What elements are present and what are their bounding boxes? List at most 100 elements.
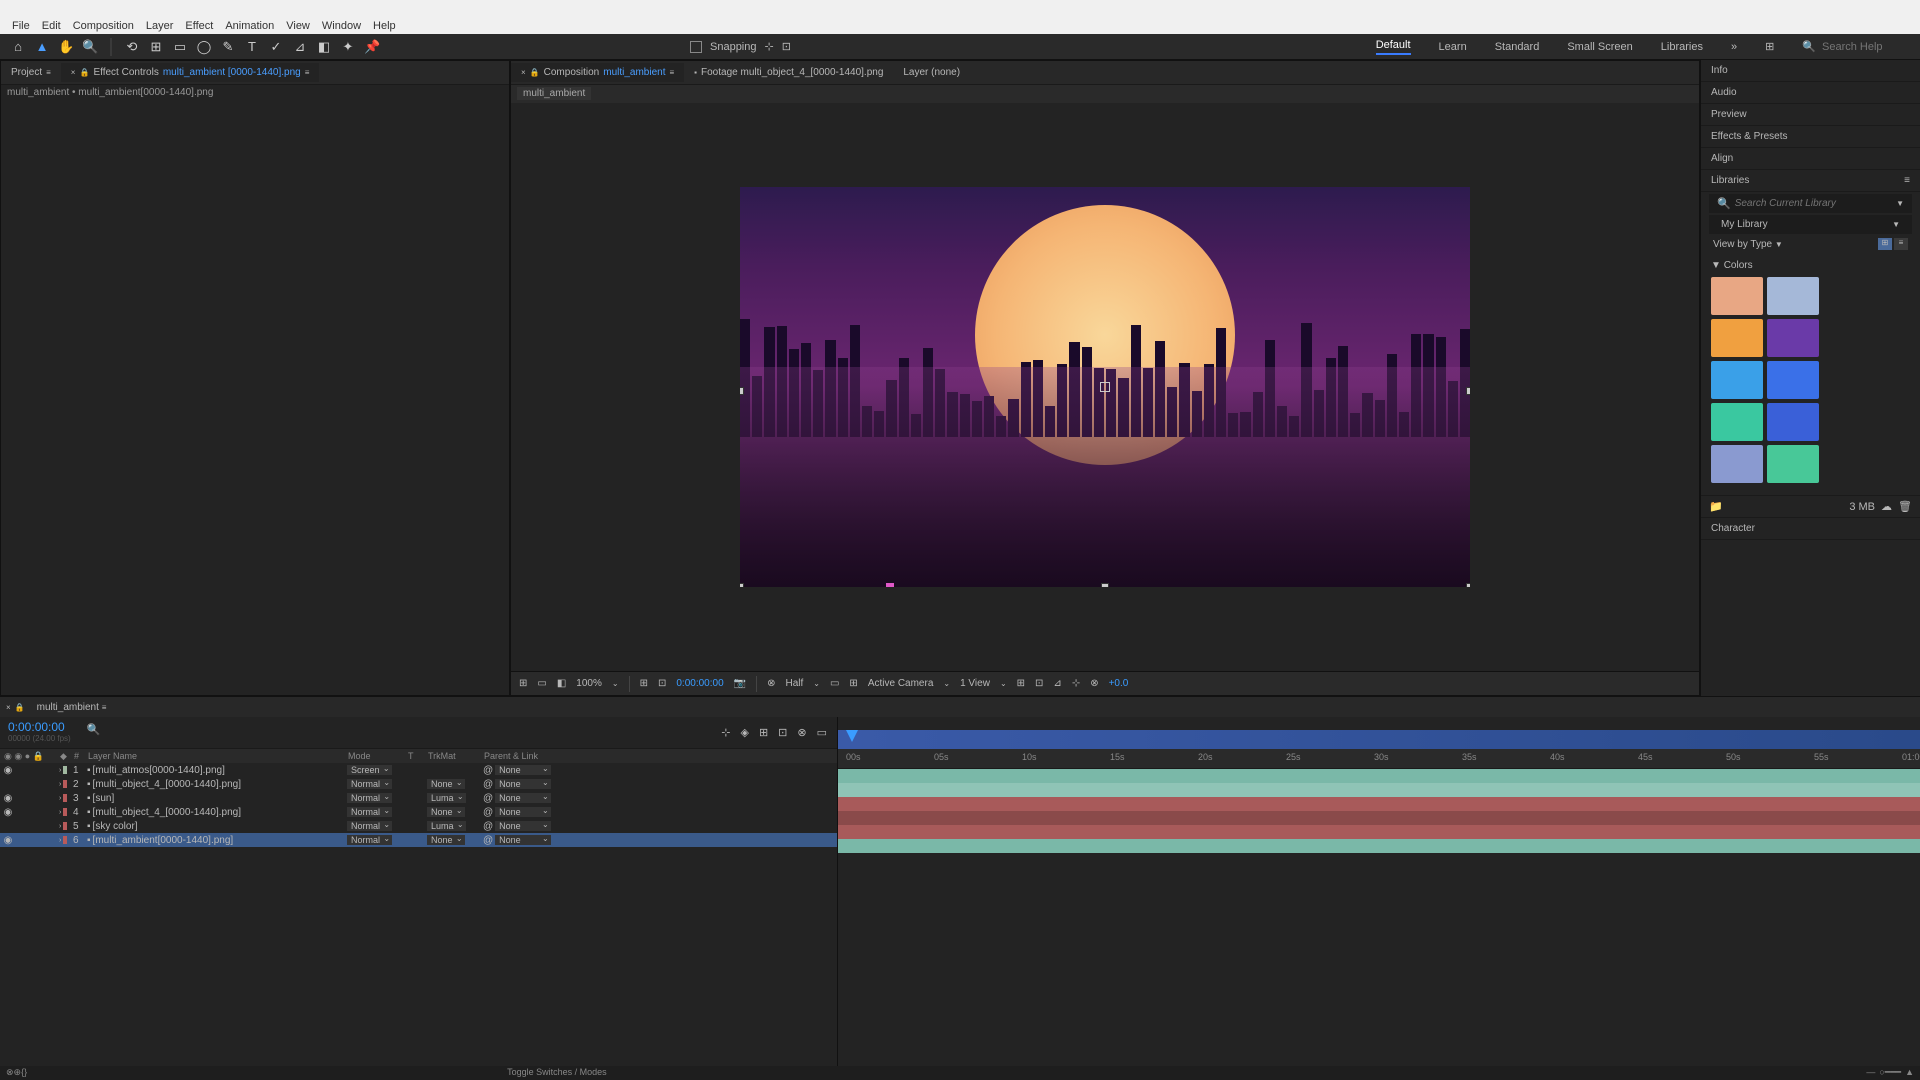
tab-layer[interactable]: Layer (none) — [893, 63, 970, 82]
mode-dropdown[interactable]: Normal — [347, 835, 392, 845]
status-icon3[interactable]: {} — [21, 1067, 27, 1077]
layer-row[interactable]: ◉ › 3 ▪ [sun] Normal Luma @ None — [0, 791, 837, 805]
track-bar[interactable] — [838, 769, 1920, 783]
track-bar[interactable] — [838, 811, 1920, 825]
menu-file[interactable]: File — [6, 20, 36, 32]
layer-row[interactable]: ◉ › 6 ▪ [multi_ambient[0000-1440].png] N… — [0, 833, 837, 847]
mode-dropdown[interactable]: Normal — [347, 793, 392, 803]
color-swatch[interactable] — [1767, 403, 1819, 441]
mode-dropdown[interactable]: Normal — [347, 807, 392, 817]
trkmat-dropdown[interactable]: None — [427, 779, 465, 789]
menu-effect[interactable]: Effect — [179, 20, 219, 32]
search-help-input[interactable] — [1822, 41, 1912, 53]
eraser-tool-icon[interactable]: ◧ — [316, 39, 332, 55]
tl-tool4-icon[interactable]: ⊡ — [778, 726, 787, 739]
status-icon2[interactable]: ⊕ — [14, 1067, 22, 1078]
list-view-icon[interactable]: ≡ — [1894, 238, 1908, 250]
tl-tool1-icon[interactable]: ⊹ — [721, 726, 730, 739]
my-library-dropdown[interactable]: My Library — [1721, 219, 1768, 230]
tab-close-icon[interactable]: × — [6, 703, 11, 712]
clone-stamp-icon[interactable]: ⊿ — [292, 39, 308, 55]
flowchart-comp[interactable]: multi_ambient — [517, 87, 591, 100]
track-bar[interactable] — [838, 797, 1920, 811]
status-icon1[interactable]: ⊗ — [6, 1067, 14, 1078]
cloud-icon[interactable]: ☁ — [1881, 500, 1892, 513]
tab-close-icon[interactable]: × — [71, 68, 76, 77]
camera-dropdown[interactable]: Active Camera — [868, 678, 934, 689]
tl-tool3-icon[interactable]: ⊞ — [759, 726, 768, 739]
tab-footage[interactable]: ▪ Footage multi_object_4_[0000-1440].png — [684, 63, 893, 82]
trkmat-dropdown[interactable]: Luma — [427, 821, 466, 831]
menu-animation[interactable]: Animation — [219, 20, 280, 32]
chevron-right-icon[interactable]: » — [1731, 41, 1737, 53]
menu-edit[interactable]: Edit — [36, 20, 67, 32]
chevron-down-icon[interactable]: ▼ — [1896, 199, 1904, 208]
selection-tool-icon[interactable]: ▲ — [34, 39, 50, 54]
zoom-tool-icon[interactable]: 🔍 — [82, 39, 98, 55]
parent-dropdown[interactable]: None — [495, 835, 551, 845]
view-opt2-icon[interactable]: ⊡ — [1035, 678, 1043, 689]
brush-tool-icon[interactable]: ✓ — [268, 39, 284, 55]
workspace-standard[interactable]: Standard — [1495, 41, 1540, 53]
playhead[interactable] — [846, 730, 858, 742]
color-swatch[interactable] — [1711, 277, 1763, 315]
folder-icon[interactable]: 📁 — [1709, 500, 1723, 513]
ellipse-tool-icon[interactable]: ◯ — [196, 39, 212, 55]
pickwhip-icon[interactable]: @ — [483, 807, 493, 818]
pickwhip-icon[interactable]: @ — [483, 765, 493, 776]
snapping-checkbox[interactable] — [690, 41, 702, 53]
track-bar[interactable] — [838, 839, 1920, 853]
workspace-default[interactable]: Default — [1376, 39, 1411, 55]
panel-align[interactable]: Align — [1701, 148, 1920, 170]
composition-viewer[interactable] — [511, 103, 1699, 671]
tab-close-icon[interactable]: × — [521, 68, 526, 77]
zoom-slider[interactable]: ○━━━ — [1879, 1067, 1901, 1078]
workspace-options-icon[interactable]: ⊞ — [1765, 40, 1774, 53]
trkmat-dropdown[interactable]: None — [427, 807, 465, 817]
resolution-dropdown[interactable]: Half — [785, 678, 803, 689]
menu-layer[interactable]: Layer — [140, 20, 180, 32]
menu-view[interactable]: View — [280, 20, 316, 32]
panel-menu-icon[interactable]: ≡ — [1904, 175, 1910, 186]
channel-icon[interactable]: ⊗ — [767, 678, 775, 689]
pen-tool-icon[interactable]: ✎ — [220, 39, 236, 55]
zoom-value[interactable]: 100% — [576, 678, 602, 689]
mode-dropdown[interactable]: Screen — [347, 765, 392, 775]
menu-help[interactable]: Help — [367, 20, 402, 32]
mode-dropdown[interactable]: Normal — [347, 821, 392, 831]
chevron-down-icon[interactable]: ▼ — [1892, 220, 1900, 229]
workspace-libraries[interactable]: Libraries — [1661, 41, 1703, 53]
transparency-icon[interactable]: ⊞ — [849, 678, 857, 689]
view-opt5-icon[interactable]: ⊗ — [1090, 678, 1098, 689]
disclosure-icon[interactable]: ▼ — [1711, 260, 1721, 271]
visibility-icon[interactable]: ◉ — [3, 807, 13, 818]
tl-tool6-icon[interactable]: ▭ — [817, 726, 827, 739]
mode-dropdown[interactable]: Normal — [347, 779, 392, 789]
alpha-icon[interactable]: ⊞ — [519, 678, 527, 689]
color-swatch[interactable] — [1767, 319, 1819, 357]
pan-behind-icon[interactable]: ⊞ — [148, 39, 164, 55]
visibility-icon[interactable]: ◉ — [3, 793, 13, 804]
menu-window[interactable]: Window — [316, 20, 367, 32]
grid-icon[interactable]: ⊞ — [640, 678, 648, 689]
pickwhip-icon[interactable]: @ — [483, 835, 493, 846]
snapshot-icon[interactable]: 📷 — [734, 678, 746, 689]
guides-icon[interactable]: ⊡ — [658, 678, 666, 689]
parent-dropdown[interactable]: None — [495, 765, 551, 775]
home-icon[interactable]: ⌂ — [10, 39, 26, 54]
tab-effect-controls[interactable]: × 🔒 Effect Controls multi_ambient [0000-… — [61, 63, 320, 82]
workspace-learn[interactable]: Learn — [1439, 41, 1467, 53]
panel-preview[interactable]: Preview — [1701, 104, 1920, 126]
track-bar[interactable] — [838, 825, 1920, 839]
view-opt3-icon[interactable]: ⊿ — [1053, 678, 1061, 689]
rectangle-tool-icon[interactable]: ▭ — [172, 39, 188, 55]
puppet-pin-icon[interactable]: 📌 — [364, 39, 380, 55]
panel-effects-presets[interactable]: Effects & Presets — [1701, 126, 1920, 148]
visibility-icon[interactable]: ◉ — [3, 835, 13, 846]
view-dropdown[interactable]: 1 View — [960, 678, 990, 689]
parent-dropdown[interactable]: None — [495, 821, 551, 831]
visibility-icon[interactable]: ◉ — [3, 765, 13, 776]
trkmat-dropdown[interactable]: Luma — [427, 793, 466, 803]
panel-libraries[interactable]: Libraries≡ — [1701, 170, 1920, 192]
orbit-camera-icon[interactable]: ⟲ — [124, 39, 140, 55]
